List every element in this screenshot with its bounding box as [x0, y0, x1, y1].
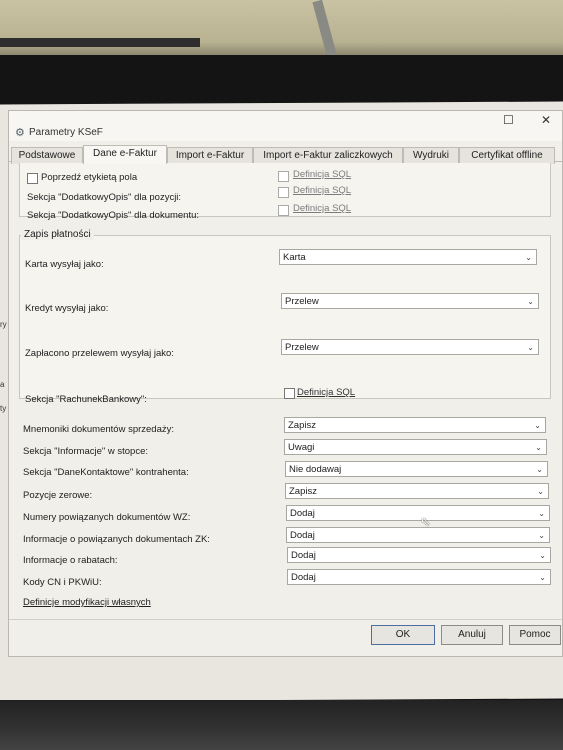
chevron-down-icon: ⌄: [534, 421, 541, 430]
kredyt-select-value: Przelew: [285, 296, 319, 307]
tab-import-e-faktur[interactable]: Import e-Faktur: [167, 147, 253, 164]
setting-label: Kody CN i PKWiU:: [23, 577, 102, 588]
setting-label: Pozycje zerowe:: [23, 490, 93, 501]
informacje-stopka-select[interactable]: Uwagi ⌄: [284, 439, 547, 455]
chevron-down-icon: ⌄: [538, 531, 545, 540]
definicja-sql-checkbox[interactable]: [278, 187, 289, 198]
definicja-sql-checkbox[interactable]: [278, 205, 289, 216]
chevron-down-icon: ⌄: [539, 573, 546, 582]
karta-label: Karta wysyłaj jako:: [25, 259, 104, 270]
payments-group-legend: Zapis płatności: [21, 229, 94, 240]
tab-wydruki[interactable]: Wydruki: [403, 147, 459, 164]
pozycje-zerowe-select[interactable]: Zapisz ⌄: [285, 483, 549, 499]
tab-strip: Podstawowe Dane e-Faktur Import e-Faktur…: [9, 141, 562, 164]
custom-modifications-link[interactable]: Definicje modyfikacji własnych: [23, 597, 151, 608]
dodatkowy-opis-pozycji-label: Sekcja "DodatkowyOpis" dla pozycji:: [27, 192, 182, 203]
monitor-bottom: [0, 700, 563, 750]
edge-fragment: ty: [0, 404, 7, 413]
kredyt-label: Kredyt wysyłaj jako:: [25, 303, 109, 314]
select-value: Dodaj: [291, 550, 316, 561]
informacje-zk-select[interactable]: Dodaj ⌄: [286, 527, 550, 543]
chevron-down-icon: ⌄: [536, 465, 543, 474]
tab-import-e-faktur-zaliczkowych[interactable]: Import e-Faktur zaliczkowych: [253, 147, 403, 164]
setting-label: Numery powiązanych dokumentów WZ:: [23, 512, 191, 523]
karta-select-value: Karta: [283, 252, 306, 263]
definicja-sql-link[interactable]: Definicja SQL: [293, 169, 351, 180]
chevron-down-icon: ⌄: [535, 443, 542, 452]
edge-fragment: ry: [0, 320, 7, 329]
setting-label: Informacje o powiązanych dokumentach ZK:: [23, 534, 210, 545]
ksef-parameters-dialog: ⚙ Parametry KSeF ☐ ✕ Podstawowe Dane e-F…: [8, 110, 563, 657]
tab-dane-e-faktur[interactable]: Dane e-Faktur: [83, 145, 167, 164]
definicja-sql-link[interactable]: Definicja SQL: [293, 203, 351, 214]
select-value: Nie dodawaj: [289, 464, 342, 475]
poprzedz-etykieta-label: Poprzedź etykietą pola: [41, 172, 138, 183]
gear-icon: ⚙: [15, 127, 25, 139]
button-separator: [9, 619, 562, 620]
definicja-sql-link[interactable]: Definicja SQL: [293, 185, 351, 196]
przelew-label: Zapłacono przelewem wysyłaj jako:: [25, 348, 174, 359]
select-value: Uwagi: [288, 442, 315, 453]
window-title: Parametry KSeF: [29, 127, 103, 138]
rabaty-select[interactable]: Dodaj ⌄: [287, 547, 551, 563]
monitor-arm: [0, 38, 200, 47]
numery-wz-select[interactable]: Dodaj ⌄: [286, 505, 550, 521]
title-bar: ⚙ Parametry KSeF ☐ ✕: [9, 111, 562, 141]
dane-kontaktowe-select[interactable]: Nie dodawaj ⌄: [285, 461, 548, 477]
close-button[interactable]: ✕: [541, 113, 551, 127]
chevron-down-icon: ⌄: [527, 297, 534, 306]
tab-podstawowe[interactable]: Podstawowe: [11, 147, 83, 164]
chevron-down-icon: ⌄: [537, 487, 544, 496]
poprzedz-etykieta-checkbox[interactable]: [27, 173, 38, 184]
kredyt-select[interactable]: Przelew ⌄: [281, 293, 539, 309]
definicja-sql-checkbox[interactable]: [278, 171, 289, 182]
chevron-down-icon: ⌄: [539, 551, 546, 560]
select-value: Zapisz: [288, 420, 316, 431]
chevron-down-icon: ⌄: [525, 253, 532, 262]
setting-label: Sekcja "DaneKontaktowe" kontrahenta:: [23, 467, 189, 478]
select-value: Dodaj: [290, 508, 315, 519]
maximize-button[interactable]: ☐: [503, 113, 514, 127]
chevron-down-icon: ⌄: [527, 343, 534, 352]
dodatkowy-opis-dokumentu-label: Sekcja "DodatkowyOpis" dla dokumentu:: [27, 210, 200, 221]
przelew-select-value: Przelew: [285, 342, 319, 353]
setting-label: Mnemoniki dokumentów sprzedaży:: [23, 424, 175, 435]
setting-label: Sekcja "Informacje" w stopce:: [23, 446, 149, 457]
karta-select[interactable]: Karta ⌄: [279, 249, 537, 265]
help-button[interactable]: Pomoc: [509, 625, 561, 645]
chevron-down-icon: ⌄: [538, 509, 545, 518]
rachunek-bankowy-label: Sekcja "RachunekBankowy":: [25, 394, 147, 405]
cancel-button[interactable]: Anuluj: [441, 625, 503, 645]
mouse-cursor-icon: ⇖: [420, 514, 431, 529]
edge-fragment: a: [0, 380, 5, 389]
rachunek-sql-link[interactable]: Definicja SQL: [297, 387, 355, 398]
tab-certyfikat-offline[interactable]: Certyfikat offline: [459, 147, 555, 164]
przelew-select[interactable]: Przelew ⌄: [281, 339, 539, 355]
ok-button[interactable]: OK: [371, 625, 435, 645]
setting-label: Informacje o rabatach:: [23, 555, 118, 566]
select-value: Zapisz: [289, 486, 317, 497]
mnemoniki-select[interactable]: Zapisz ⌄: [284, 417, 546, 433]
select-value: Dodaj: [291, 572, 316, 583]
kody-cn-select[interactable]: Dodaj ⌄: [287, 569, 551, 585]
rachunek-sql-checkbox[interactable]: [284, 388, 295, 399]
select-value: Dodaj: [290, 530, 315, 541]
